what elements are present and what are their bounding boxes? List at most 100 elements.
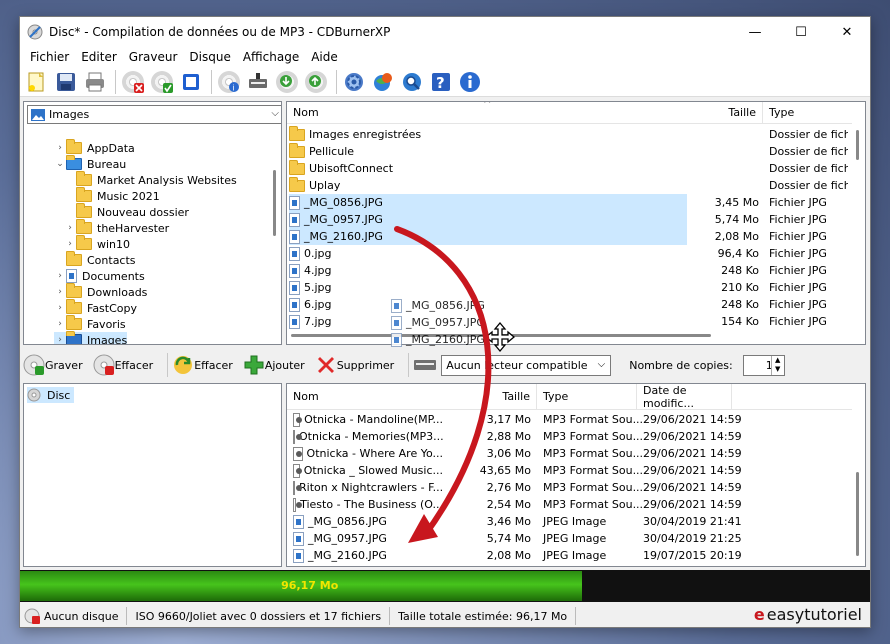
eject-icon[interactable] <box>178 69 203 94</box>
menu-fichier[interactable]: Fichier <box>24 50 75 64</box>
tree-item[interactable]: Music 2021 <box>64 187 160 204</box>
tree-item[interactable]: › theHarvester <box>64 219 169 236</box>
stepper-arrows-icon[interactable]: ▲ ▼ <box>770 355 784 375</box>
menu-affichage[interactable]: Affichage <box>237 50 305 64</box>
chevron-right-icon[interactable]: › <box>54 287 66 297</box>
maximize-button[interactable]: ☐ <box>778 17 824 47</box>
drive-icon[interactable] <box>245 69 270 94</box>
file-list-hscrollbar[interactable] <box>287 328 852 342</box>
location-combo[interactable]: Images ⌵ <box>27 105 281 124</box>
settings-icon[interactable] <box>341 69 366 94</box>
tree-scroll-thumb[interactable] <box>273 170 276 236</box>
file-row[interactable]: _MG_0957.JPG 5,74 Mo Fichier JPG <box>289 211 827 228</box>
disc-col-type[interactable]: Type <box>537 384 637 409</box>
chevron-down-icon[interactable]: ⌵ <box>598 359 606 370</box>
tree-item[interactable]: › FastCopy <box>54 299 137 316</box>
disc-name-cell: Otnicka - Mandoline(MP... <box>293 412 443 427</box>
finalize-disc-icon[interactable] <box>149 69 174 94</box>
tree-scrollbar[interactable] <box>267 128 281 344</box>
file-row[interactable]: 5.jpg 210 Ko Fichier JPG <box>289 279 827 296</box>
erase-button[interactable]: Effacer <box>93 354 153 376</box>
file-row[interactable]: Pellicule Dossier de fichier <box>289 142 865 160</box>
status-filesystem: ISO 9660/Joliet avec 0 dossiers et 17 fi… <box>127 607 391 625</box>
drive-select[interactable]: Aucun lecteur compatible ⌵ <box>441 354 612 376</box>
toolbar-separator <box>115 69 116 94</box>
menu-disque[interactable]: Disque <box>183 50 236 64</box>
clear-label: Effacer <box>194 358 233 372</box>
disc-row[interactable]: Otnicka - Mandoline(MP... 3,17 Mo MP3 Form… <box>293 411 843 428</box>
info-icon[interactable] <box>457 69 482 94</box>
file-row[interactable]: Uplay Dossier de fichier <box>289 176 865 194</box>
menu-aide[interactable]: Aide <box>305 50 344 64</box>
file-row[interactable]: 0.jpg 96,4 Ko Fichier JPG <box>289 245 827 262</box>
remove-button[interactable]: Supprimer <box>315 354 394 376</box>
copy-disc-icon[interactable] <box>274 69 299 94</box>
no-disc-icon <box>24 608 40 624</box>
tree-item[interactable]: Contacts <box>54 251 136 268</box>
disc-row[interactable]: Otnicka _ Slowed Music... 43,65 Mo MP3 For… <box>293 462 843 479</box>
disc-scroll-thumb[interactable] <box>856 472 859 556</box>
search-update-icon[interactable] <box>399 69 424 94</box>
add-button[interactable]: Ajouter <box>243 354 305 376</box>
close-button[interactable]: ✕ <box>824 17 870 47</box>
disc-row[interactable]: Otnicka - Memories(MP3... 2,88 Mo MP3 Form… <box>293 428 843 445</box>
disc-row[interactable]: _MG_0957.JPG 5,74 Mo JPEG Image 30/04/2019 … <box>293 530 843 547</box>
chevron-right-icon[interactable]: › <box>54 319 66 329</box>
tree-item[interactable]: › AppData <box>54 139 135 156</box>
file-list-scrollbar[interactable] <box>848 124 865 324</box>
menu-editer[interactable]: Editer <box>75 50 123 64</box>
web-icon[interactable] <box>370 69 395 94</box>
tree-item[interactable]: Nouveau dossier <box>64 203 189 220</box>
disc-list-scrollbar[interactable] <box>848 410 865 566</box>
clear-button[interactable]: Effacer <box>172 354 233 376</box>
disc-col-nom[interactable]: Nom <box>287 384 437 409</box>
help-icon[interactable]: ? <box>428 69 453 94</box>
chevron-down-icon[interactable]: ⌵ <box>271 108 279 119</box>
tree-item[interactable]: › win10 <box>64 235 130 252</box>
tree-item[interactable]: › Documents <box>54 268 145 284</box>
tree-item[interactable]: Market Analysis Websites <box>64 171 237 188</box>
tree-item[interactable]: › Favoris <box>54 315 126 332</box>
disc-file-type: JPEG Image <box>543 532 607 545</box>
disc-content-panel: Nom Taille Type Date de modific... Otnic… <box>286 383 866 567</box>
col-taille[interactable]: Taille <box>687 102 763 123</box>
tree-item[interactable]: › Images <box>54 331 128 344</box>
disc-row[interactable]: Tiesto - The Business (O... 2,54 Mo MP3 Fo… <box>293 496 843 513</box>
print-icon[interactable] <box>82 69 107 94</box>
chevron-right-icon[interactable]: › <box>64 239 76 249</box>
disc-name-cell: Otnicka _ Slowed Music... <box>293 463 443 478</box>
tree-item[interactable]: ⌄ Bureau <box>54 155 126 172</box>
menu-graveur[interactable]: Graveur <box>123 50 184 64</box>
disc-col-date[interactable]: Date de modific... <box>637 384 732 410</box>
chevron-right-icon[interactable]: › <box>64 223 76 233</box>
burn-button[interactable]: Graver <box>23 354 83 376</box>
file-row[interactable]: 4.jpg 248 Ko Fichier JPG <box>289 262 827 279</box>
file-name-cell: 0.jpg <box>289 246 687 261</box>
disc-row[interactable]: Riton x Nightcrawlers - F... 2,76 Mo MP3 F… <box>293 479 843 496</box>
images-icon <box>31 108 45 121</box>
erase-disc-icon[interactable] <box>120 69 145 94</box>
file-row[interactable]: Images enregistrées Dossier de fichier <box>289 125 865 143</box>
chevron-down-icon[interactable]: ⌄ <box>54 159 66 169</box>
new-project-icon[interactable] <box>24 69 49 94</box>
file-row[interactable]: _MG_2160.JPG 2,08 Mo Fichier JPG <box>289 228 827 245</box>
minimize-button[interactable]: — <box>732 17 778 47</box>
copies-stepper[interactable]: 1 ▲ ▼ <box>742 354 785 376</box>
chevron-right-icon[interactable]: › <box>54 143 66 153</box>
disc-row[interactable]: _MG_0856.JPG 3,46 Mo JPEG Image 30/04/2019 … <box>293 513 843 530</box>
file-scroll-thumb[interactable] <box>856 130 859 160</box>
burn-iso-icon[interactable] <box>303 69 328 94</box>
file-row[interactable]: UbisoftConnect Dossier de fichier <box>289 159 865 177</box>
chevron-right-icon[interactable]: › <box>54 335 66 344</box>
chevron-right-icon[interactable]: › <box>54 271 66 281</box>
disc-info-icon[interactable]: i <box>216 69 241 94</box>
chevron-right-icon[interactable]: › <box>54 303 66 313</box>
disc-root[interactable]: Disc <box>27 387 75 403</box>
disc-row[interactable]: _MG_2160.JPG 2,08 Mo JPEG Image 19/07/2015 … <box>293 547 843 564</box>
col-type[interactable]: Type <box>763 102 852 123</box>
save-icon[interactable] <box>53 69 78 94</box>
disc-col-taille[interactable]: Taille <box>437 384 537 409</box>
file-row[interactable]: _MG_0856.JPG 3,45 Mo Fichier JPG <box>289 194 827 211</box>
disc-row[interactable]: Otnicka - Where Are Yo... 3,06 Mo MP3 Form… <box>293 445 843 462</box>
tree-item[interactable]: › Downloads <box>54 283 147 300</box>
